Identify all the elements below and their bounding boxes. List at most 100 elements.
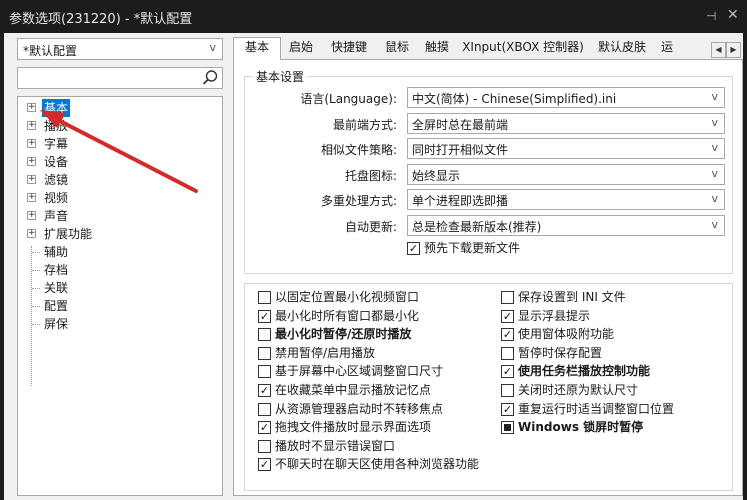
checkbox-box[interactable] (258, 328, 271, 342)
checkmark-icon[interactable]: ✓ (258, 384, 271, 397)
setting-label: 最前端方式: (332, 117, 397, 132)
option-label: 关闭时还原为默认尺寸 (518, 383, 639, 397)
expand-plus-icon[interactable]: + (27, 139, 36, 148)
tree-item-label: 声音 (44, 209, 69, 223)
setting-select-value: 同时打开相似文件 (412, 143, 509, 157)
tree-item[interactable]: + 声音 (18, 207, 218, 225)
tree-connector (32, 252, 40, 253)
setting-select-value: 单个进程即选即播 (412, 194, 509, 208)
setting-select[interactable]: 始终显示 v (407, 163, 725, 185)
chevron-down-icon: v (711, 192, 718, 205)
tree-item[interactable]: 配置 (18, 297, 218, 315)
checkbox-box[interactable] (258, 346, 271, 360)
search-icon[interactable] (201, 69, 219, 87)
profile-select[interactable]: *默认配置 v (17, 38, 223, 60)
option-label: 不聊天时在聊天区使用各种浏览器功能 (275, 457, 480, 472)
tree-item-label: 屏保 (44, 317, 69, 331)
option-label: 在收藏菜单中显示播放记忆点 (275, 383, 432, 397)
checkbox-box[interactable] (501, 346, 514, 360)
checkmark-icon[interactable]: ✓ (501, 328, 514, 342)
window-title: 参数选项(231220) - *默认配置 (9, 12, 193, 27)
checkmark-icon[interactable]: ✓ (501, 309, 514, 323)
checkbox-box[interactable] (258, 402, 271, 416)
expand-plus-icon[interactable]: + (27, 157, 36, 166)
dialog-body: *默认配置 v + 基本 + 播放 + 字幕 + 设备 + 滤镜 + 视频 + 声音 + 扩展功能 辅助 存档 关联… (0, 33, 747, 500)
tree-item-label: 基本 (42, 99, 71, 117)
setting-label: 托盘图标: (344, 168, 397, 183)
tree-item-label: 设备 (44, 155, 69, 169)
setting-select[interactable]: 同时打开相似文件 v (407, 138, 725, 159)
tree-item-label: 辅助 (44, 245, 69, 259)
tree-item[interactable]: + 扩展功能 (18, 225, 218, 243)
expand-plus-icon[interactable]: + (27, 103, 36, 112)
tab-5[interactable]: XInput(XBOX 控制器) (457, 38, 589, 59)
setting-label: 语言(Language): (300, 92, 397, 106)
tab-scroll-left-icon[interactable]: ◀ (711, 42, 726, 58)
tab-bar: 基本 启始 快捷键 鼠标 触摸 XInput(XBOX 控制器) 默认皮肤运 ◀ ▶ (233, 37, 743, 60)
checkbox-box[interactable] (258, 365, 271, 379)
tree-item[interactable]: 关联 (18, 279, 218, 297)
setting-select[interactable]: 全屏时总在最前端 v (407, 112, 725, 134)
search-input[interactable] (21, 70, 196, 86)
expand-plus-icon[interactable]: + (27, 229, 36, 238)
checkmark-icon[interactable]: ✓ (501, 365, 514, 379)
checkmark-icon[interactable]: ✓ (258, 421, 271, 435)
tree-item[interactable]: + 设备 (18, 153, 218, 171)
checkbox-box[interactable] (258, 439, 271, 453)
chevron-down-icon: v (711, 90, 718, 103)
expand-plus-icon[interactable]: + (27, 175, 36, 184)
tab-6[interactable]: 默认皮肤 (589, 38, 655, 59)
tree-item[interactable]: + 基本 (18, 99, 218, 117)
checkmark-icon[interactable]: ✓ (501, 402, 514, 416)
setting-label: 自动更新: (344, 219, 397, 234)
tree-item[interactable]: + 视频 (18, 189, 218, 207)
tree-item-label: 视频 (44, 191, 69, 205)
tree-item[interactable]: + 字幕 (18, 135, 218, 153)
expand-plus-icon[interactable]: + (27, 211, 36, 220)
checkbox-box[interactable] (501, 291, 514, 304)
tab-3[interactable]: 鼠标 (377, 38, 417, 59)
option-label: 最小化时所有窗口都最小化 (275, 308, 420, 323)
checkmark-icon[interactable]: ✓ (407, 242, 420, 255)
tree-item[interactable]: 存档 (18, 261, 218, 279)
tree-item[interactable]: + 滤镜 (18, 171, 218, 189)
tab-4[interactable]: 触摸 (417, 38, 457, 59)
tab-0[interactable]: 基本 (233, 37, 281, 60)
option-label: 禁用暂停/启用播放 (275, 345, 376, 360)
checkmark-icon[interactable]: ✓ (258, 309, 271, 323)
tab-scroll-right-icon[interactable]: ▶ (726, 42, 741, 58)
group-title: 基本设置 (253, 68, 308, 85)
checkbox-box[interactable] (258, 291, 271, 304)
setting-select[interactable]: 中文(简体) - Chinese(Simplified).ini v (407, 87, 725, 108)
tree-item-label: 字幕 (44, 137, 69, 151)
tree-item-label: 配置 (44, 299, 69, 313)
tree-item[interactable]: 辅助 (18, 243, 218, 261)
tree-item-label: 播放 (44, 119, 69, 133)
tab-1[interactable]: 启始 (281, 38, 321, 59)
checkbox-box[interactable] (501, 384, 514, 397)
setting-select[interactable]: 总是检查最新版本(推荐) v (407, 214, 725, 236)
tree-item[interactable]: 屏保 (18, 315, 218, 333)
chevron-down-icon: v (209, 41, 216, 54)
option-label: 重复运行时适当调整窗口位置 (518, 401, 675, 416)
pin-icon[interactable]: ⊣ (706, 9, 716, 23)
chevron-down-icon: v (711, 166, 718, 180)
tab-7[interactable]: 运 (655, 38, 681, 59)
tree-item-label: 关联 (44, 281, 69, 295)
option-label: 以固定位置最小化视频窗口 (275, 290, 420, 304)
checkbox-box[interactable] (501, 421, 514, 435)
setting-label: 相似文件策略: (320, 143, 397, 157)
expand-plus-icon[interactable]: + (27, 193, 36, 202)
tree-item[interactable]: + 播放 (18, 117, 218, 135)
tab-2[interactable]: 快捷键 (321, 38, 377, 59)
setting-select-value: 始终显示 (412, 168, 461, 183)
checkmark-icon[interactable]: ✓ (258, 458, 271, 472)
close-icon[interactable]: ✕ (727, 7, 739, 23)
option-label: 播放时不显示错误窗口 (275, 438, 396, 453)
setting-select[interactable]: 单个进程即选即播 v (407, 189, 725, 210)
expand-plus-icon[interactable]: + (27, 121, 36, 130)
category-tree: + 基本 + 播放 + 字幕 + 设备 + 滤镜 + 视频 + 声音 + 扩展功能 辅助 存档 关联 配置 屏保 (17, 96, 223, 496)
chevron-down-icon: v (711, 141, 718, 154)
tab-panel-basic: 基本设置 语言(Language): 中文(简体) - Chinese(Simpl… (233, 59, 743, 496)
setting-select-value: 中文(简体) - Chinese(Simplified).ini (412, 92, 617, 106)
